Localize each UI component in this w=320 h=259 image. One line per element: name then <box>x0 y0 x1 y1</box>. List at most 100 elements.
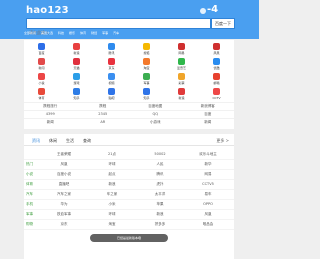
site-shortcut[interactable]: 新闻 <box>24 57 59 72</box>
site-shortcut[interactable]: 天猫 <box>59 57 94 72</box>
directory-category: 体育 <box>26 182 33 186</box>
nav-link[interactable]: 科技 <box>58 31 64 37</box>
site-shortcut[interactable]: 腾讯 <box>94 42 129 57</box>
site-shortcut[interactable]: CCTV <box>199 87 234 102</box>
text-link[interactable]: 4399 <box>24 111 77 118</box>
directory-link[interactable]: 苹果 <box>136 200 184 209</box>
text-link[interactable]: 新闻 <box>182 119 235 126</box>
site-shortcut[interactable]: 京东 <box>94 57 129 72</box>
directory-link[interactable]: 环球 <box>88 210 136 219</box>
directory-link[interactable]: 新浪 <box>136 210 184 219</box>
tab-life[interactable]: 生活 <box>66 137 74 145</box>
weather-temperature[interactable]: -4 <box>207 4 218 15</box>
site-shortcut[interactable]: 优酷 <box>199 57 234 72</box>
tab-query[interactable]: 查询 <box>83 137 91 145</box>
search-box[interactable] <box>26 18 211 37</box>
tab-news[interactable]: 资讯 <box>32 137 40 145</box>
directory-link[interactable]: 50002 <box>136 150 184 159</box>
sohu-icon <box>143 43 150 50</box>
directory-link[interactable]: 车之家 <box>88 190 136 199</box>
site-shortcut[interactable]: 百度 <box>24 42 59 57</box>
directory-link[interactable]: 小米 <box>88 200 136 209</box>
directory-link[interactable]: 直播吧 <box>40 180 88 189</box>
site-shortcut[interactable]: 网易 <box>164 42 199 57</box>
directory-link[interactable]: 京东 <box>40 220 88 229</box>
site-shortcut[interactable]: 知乎 <box>59 87 94 102</box>
directory-grid: 王者荣耀 21点 50002 欢乐斗地主 热门 凤凰 环球 人民 新华 小说 百度小说 起点 腾讯 网易体… <box>24 150 234 230</box>
directory-link[interactable]: 欢乐斗地主 <box>184 150 232 159</box>
directory-link[interactable]: 淘宝 <box>88 220 136 229</box>
directory-link[interactable]: 铁血军事 <box>40 210 88 219</box>
text-link[interactable]: 携程 <box>77 103 130 110</box>
site-shortcut-label: 爱奇艺 <box>176 66 186 70</box>
site-shortcut-label: 京东 <box>108 66 115 70</box>
text-link[interactable]: 新闻 <box>24 119 77 126</box>
directory-link[interactable]: 腾讯 <box>136 170 184 179</box>
site-shortcut[interactable]: 新浪 <box>59 42 94 57</box>
directory-link[interactable]: 百度小说 <box>40 170 88 179</box>
directory-link[interactable]: 人民 <box>136 160 184 169</box>
text-link[interactable]: 新浪博客 <box>182 103 235 110</box>
directory-link[interactable]: 汽车之家 <box>40 190 88 199</box>
video-icon <box>108 73 115 80</box>
directory-link[interactable]: 21点 <box>88 150 136 159</box>
icon-grid: 百度 新浪 腾讯 搜狐 网易 凤凰 新闻 天猫 京东 淘宝 爱奇艺 优酷 小说 游戏 视频 军事 彩票 邮箱 体育知… <box>24 42 234 102</box>
nav-link[interactable]: 美国大选 <box>41 31 53 37</box>
text-link[interactable]: 2345 <box>77 111 130 118</box>
directory-link[interactable]: 虎扑 <box>136 180 184 189</box>
site-shortcut[interactable]: 知乎 <box>129 87 164 102</box>
text-link[interactable]: 百度 <box>182 111 235 118</box>
tab-leisure[interactable]: 休闲 <box>49 137 57 145</box>
site-shortcut[interactable]: 视频 <box>94 72 129 87</box>
site-shortcut[interactable]: 游戏 <box>59 72 94 87</box>
novel-icon <box>38 73 45 80</box>
text-link[interactable]: 百度地图 <box>129 103 182 110</box>
directory-link[interactable]: 易车 <box>184 190 232 199</box>
site-shortcut[interactable]: 淘宝 <box>129 57 164 72</box>
site-shortcut[interactable]: 搜狐 <box>129 42 164 57</box>
site-shortcut-label: 新闻 <box>38 66 45 70</box>
hao123-logo[interactable]: hao123 <box>26 5 69 16</box>
directory-link[interactable]: 新浪 <box>88 180 136 189</box>
directory-link[interactable]: OPPO <box>184 200 232 209</box>
site-shortcut[interactable]: 体育 <box>24 87 59 102</box>
site-shortcut[interactable]: 小说 <box>24 72 59 87</box>
directory-link[interactable]: 华为 <box>40 200 88 209</box>
site-shortcut[interactable]: 凤凰 <box>199 42 234 57</box>
text-link[interactable]: AR <box>77 119 130 126</box>
site-shortcut[interactable]: 新浪 <box>164 87 199 102</box>
site-shortcut-label: 小说 <box>38 81 45 85</box>
nav-link[interactable]: 军事 <box>102 31 108 37</box>
directory-link[interactable]: 网易 <box>184 170 232 179</box>
directory-row: 王者荣耀 21点 50002 欢乐斗地主 <box>24 150 234 160</box>
nav-link[interactable]: 全部新闻 <box>24 31 36 37</box>
jd-icon <box>108 58 115 65</box>
directory-link[interactable]: 拼多多 <box>136 220 184 229</box>
directory-link[interactable]: CCTV5 <box>184 180 232 189</box>
site-shortcut[interactable]: 爱奇艺 <box>164 57 199 72</box>
directory-link[interactable]: 太平洋 <box>136 190 184 199</box>
site-shortcut[interactable]: 贴吧 <box>94 87 129 102</box>
text-link[interactable]: QQ <box>129 111 182 118</box>
directory-link[interactable]: 凤凰 <box>184 210 232 219</box>
site-shortcut-label: 知乎 <box>143 96 150 100</box>
more-link[interactable]: 更多 > <box>216 137 229 145</box>
search-button[interactable]: 百度一下 <box>211 18 235 29</box>
directory-link[interactable]: 起点 <box>88 170 136 179</box>
tencent-icon <box>108 43 115 50</box>
directory-link[interactable]: 王者荣耀 <box>40 150 88 159</box>
directory-link[interactable]: 凤凰 <box>40 160 88 169</box>
text-link[interactable]: 小游戏 <box>129 119 182 126</box>
site-shortcut[interactable]: 彩票 <box>164 72 199 87</box>
directory-link[interactable]: 新华 <box>184 160 232 169</box>
nav-link[interactable]: 体育 <box>80 31 86 37</box>
site-shortcut[interactable]: 邮箱 <box>199 72 234 87</box>
text-link[interactable]: 携程旅行 <box>24 103 77 110</box>
nav-link[interactable]: 汽车 <box>113 31 119 37</box>
nav-link[interactable]: 财经 <box>91 31 97 37</box>
site-shortcut[interactable]: 军事 <box>129 72 164 87</box>
directory-link[interactable]: 环球 <box>88 160 136 169</box>
toast-message: 已经是最新版本哦 <box>90 234 168 242</box>
nav-link[interactable]: 娱乐 <box>69 31 75 37</box>
directory-link[interactable]: 唯品会 <box>184 220 232 229</box>
